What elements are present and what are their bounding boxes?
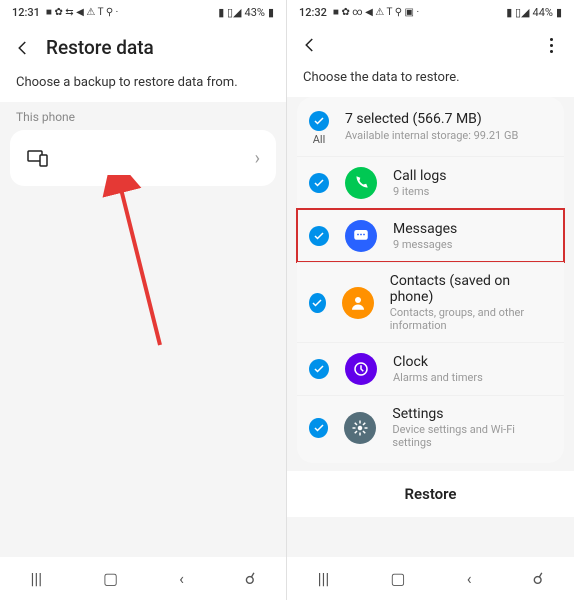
status-signal: ▮ ▯◢ bbox=[506, 6, 529, 19]
item-title: Messages bbox=[393, 221, 457, 237]
nav-back[interactable]: ‹ bbox=[179, 569, 184, 588]
left-screen: 12:31 ■ ✿ ⇆ ◀ ⚠ T ⚲ · ▮ ▯◢ 43% ▮ Restore… bbox=[0, 0, 287, 600]
item-title: Call logs bbox=[393, 168, 446, 184]
back-icon[interactable] bbox=[301, 36, 319, 54]
status-right: ▮ ▯◢ 44% ▮ bbox=[506, 6, 562, 19]
chat-icon bbox=[345, 220, 377, 252]
checkbox-all-icon bbox=[309, 111, 329, 131]
checkbox-icon[interactable] bbox=[309, 293, 326, 313]
device-card: › bbox=[10, 130, 276, 186]
header: Restore data bbox=[0, 24, 286, 71]
header bbox=[287, 24, 574, 66]
battery-icon: ▮ bbox=[268, 6, 274, 19]
status-icons: ■ ✿ ∞ ◀ ⚠ T ⚲ ▣ · bbox=[333, 7, 419, 18]
item-subtitle: Contacts, groups, and other information bbox=[390, 306, 552, 332]
item-text: Messages 9 messages bbox=[393, 221, 457, 251]
checkbox-icon[interactable] bbox=[309, 359, 329, 379]
select-all[interactable]: All bbox=[309, 111, 329, 146]
list-item[interactable]: Clock Alarms and timers bbox=[297, 342, 564, 395]
summary-row[interactable]: All 7 selected (566.7 MB) Available inte… bbox=[297, 101, 564, 156]
nav-recents[interactable]: ||| bbox=[318, 569, 330, 588]
nav-home[interactable]: ▢ bbox=[103, 569, 118, 588]
annotation-arrow bbox=[100, 175, 180, 355]
section-label: This phone bbox=[0, 102, 286, 130]
item-subtitle: 9 items bbox=[393, 185, 446, 198]
subtitle: Choose a backup to restore data from. bbox=[0, 71, 286, 102]
summary-main: 7 selected (566.7 MB) bbox=[345, 111, 518, 127]
checkbox-icon[interactable] bbox=[309, 418, 328, 438]
nav-back[interactable]: ‹ bbox=[467, 569, 472, 588]
summary-sub: Available internal storage: 99.21 GB bbox=[345, 129, 518, 142]
page-title: Restore data bbox=[46, 36, 272, 59]
list-item[interactable]: Messages 9 messages bbox=[297, 209, 564, 262]
nav-recents[interactable]: ||| bbox=[30, 569, 42, 588]
statusbar: 12:31 ■ ✿ ⇆ ◀ ⚠ T ⚲ · ▮ ▯◢ 43% ▮ bbox=[0, 0, 286, 24]
back-icon[interactable] bbox=[14, 39, 32, 57]
statusbar: 12:32 ■ ✿ ∞ ◀ ⚠ T ⚲ ▣ · ▮ ▯◢ 44% ▮ bbox=[287, 0, 574, 24]
battery: 44% bbox=[533, 6, 553, 19]
item-subtitle: 9 messages bbox=[393, 238, 457, 251]
nav-accessibility[interactable]: ☌ bbox=[245, 569, 256, 588]
subtitle: Choose the data to restore. bbox=[287, 66, 574, 97]
item-text: Settings Device settings and Wi-Fi setti… bbox=[392, 406, 552, 449]
status-right: ▮ ▯◢ 43% ▮ bbox=[218, 6, 274, 19]
item-title: Clock bbox=[393, 354, 483, 370]
checkbox-icon[interactable] bbox=[309, 173, 329, 193]
phone-icon bbox=[345, 167, 377, 199]
item-text: Contacts (saved on phone) Contacts, grou… bbox=[390, 273, 552, 332]
battery-icon: ▮ bbox=[556, 6, 562, 19]
nav-accessibility[interactable]: ☌ bbox=[533, 569, 544, 588]
item-title: Contacts (saved on phone) bbox=[390, 273, 552, 305]
status-icons: ■ ✿ ⇆ ◀ ⚠ T ⚲ · bbox=[46, 7, 118, 18]
more-menu-icon[interactable] bbox=[542, 36, 560, 54]
item-title: Settings bbox=[392, 406, 552, 422]
all-label: All bbox=[313, 133, 326, 146]
chevron-right-icon: › bbox=[255, 148, 260, 169]
item-subtitle: Alarms and timers bbox=[393, 371, 483, 384]
content: All 7 selected (566.7 MB) Available inte… bbox=[287, 97, 574, 557]
list-item[interactable]: Call logs 9 items bbox=[297, 156, 564, 209]
item-text: Clock Alarms and timers bbox=[393, 354, 483, 384]
devices-icon bbox=[26, 146, 50, 170]
right-screen: 12:32 ■ ✿ ∞ ◀ ⚠ T ⚲ ▣ · ▮ ▯◢ 44% ▮ Choos… bbox=[287, 0, 574, 600]
data-list-card: All 7 selected (566.7 MB) Available inte… bbox=[297, 97, 564, 463]
status-time: 12:32 bbox=[299, 6, 327, 19]
device-row[interactable]: › bbox=[10, 130, 276, 186]
checkbox-icon[interactable] bbox=[309, 226, 329, 246]
navbar: ||| ▢ ‹ ☌ bbox=[287, 557, 574, 600]
item-text: Call logs 9 items bbox=[393, 168, 446, 198]
list-item[interactable]: Settings Device settings and Wi-Fi setti… bbox=[297, 395, 564, 459]
list-item[interactable]: Contacts (saved on phone) Contacts, grou… bbox=[297, 262, 564, 342]
person-icon bbox=[342, 287, 374, 319]
navbar: ||| ▢ ‹ ☌ bbox=[0, 557, 286, 600]
battery: 43% bbox=[245, 6, 265, 19]
nav-home[interactable]: ▢ bbox=[390, 569, 405, 588]
restore-button[interactable]: Restore bbox=[287, 471, 574, 517]
gear-icon bbox=[344, 412, 376, 444]
status-signal: ▮ ▯◢ bbox=[218, 6, 241, 19]
summary-text: 7 selected (566.7 MB) Available internal… bbox=[345, 111, 518, 142]
clock-icon bbox=[345, 353, 377, 385]
item-subtitle: Device settings and Wi-Fi settings bbox=[392, 423, 552, 449]
status-time: 12:31 bbox=[12, 6, 40, 19]
